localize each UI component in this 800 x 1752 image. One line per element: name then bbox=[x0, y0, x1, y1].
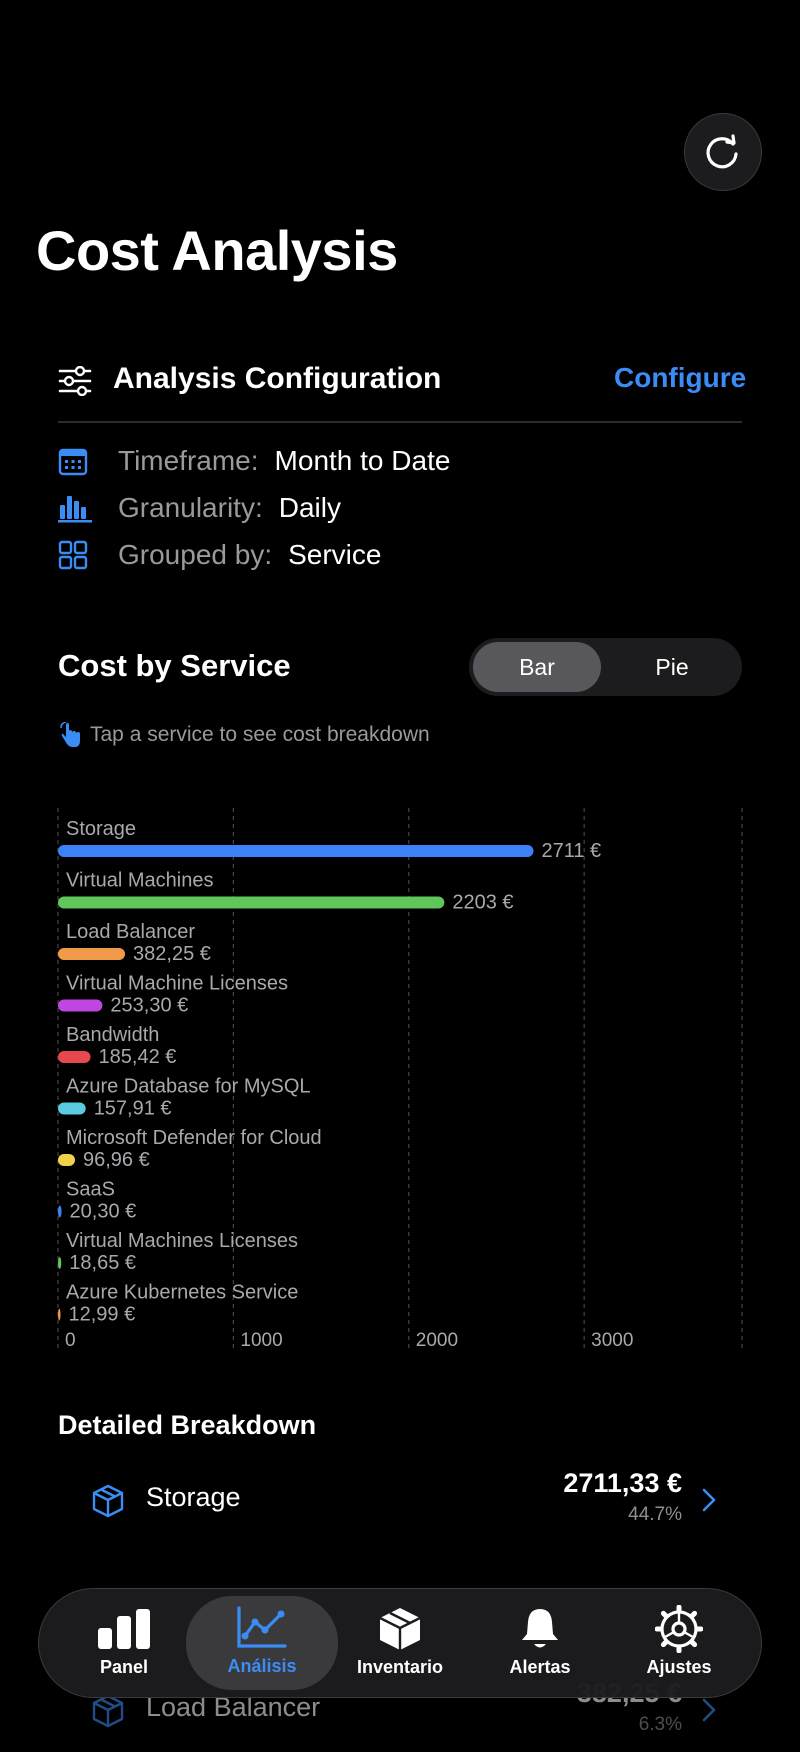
refresh-icon bbox=[706, 134, 738, 169]
tab-label: Ajustes bbox=[646, 1657, 712, 1677]
tab-label: Alertas bbox=[509, 1657, 571, 1677]
bar[interactable] bbox=[58, 1154, 76, 1166]
bar[interactable] bbox=[58, 1051, 91, 1063]
tab-ajustes[interactable]: Ajustes bbox=[609, 1597, 749, 1689]
cube-icon bbox=[92, 1694, 124, 1733]
config-label: Grouped by: bbox=[118, 539, 273, 570]
box-icon bbox=[377, 1603, 423, 1655]
config-label: Granularity: bbox=[118, 492, 263, 523]
toggle-bar-option[interactable]: Bar bbox=[473, 642, 601, 692]
refresh-button[interactable] bbox=[684, 113, 762, 191]
bar-category-label: Virtual Machine Licenses bbox=[66, 973, 288, 995]
bar[interactable] bbox=[58, 1102, 86, 1115]
bar-chart-icon bbox=[58, 488, 102, 528]
tab-panel[interactable]: Panel bbox=[54, 1597, 194, 1689]
sliders-icon bbox=[58, 365, 92, 401]
chevron-right-icon bbox=[702, 1488, 716, 1517]
chart-bars-icon bbox=[96, 1603, 152, 1655]
breakdown-name: Storage bbox=[146, 1482, 241, 1512]
config-value: Daily bbox=[278, 492, 341, 523]
tab-label: Análisis bbox=[227, 1656, 297, 1676]
cube-icon bbox=[92, 1484, 124, 1523]
x-tick-label: 3000 bbox=[591, 1330, 633, 1351]
bar-value-label: 157,91 € bbox=[94, 1098, 172, 1120]
tab-alertas[interactable]: Alertas bbox=[470, 1597, 610, 1689]
tab-bar: Panel Análisis Inventario Alertas Ajuste… bbox=[38, 1588, 762, 1698]
bar-category-label: Bandwidth bbox=[66, 1024, 159, 1046]
config-label: Timeframe: bbox=[118, 445, 259, 476]
bar[interactable] bbox=[58, 999, 103, 1012]
chevron-right-icon bbox=[702, 1698, 716, 1727]
x-tick-label: 2000 bbox=[416, 1330, 458, 1351]
config-row-grouped: Grouped by: Service bbox=[58, 535, 381, 575]
breakdown-row-storage[interactable]: Storage 2711,33 € 44.7% bbox=[58, 1462, 742, 1542]
bar-value-label: 20,30 € bbox=[70, 1201, 137, 1223]
detail-title: Detailed Breakdown bbox=[58, 1410, 317, 1440]
bar[interactable] bbox=[58, 1205, 62, 1218]
bar-category-label: Virtual Machines bbox=[66, 870, 213, 892]
bar-value-label: 2203 € bbox=[452, 892, 513, 914]
bell-icon bbox=[518, 1603, 562, 1655]
cost-bar-chart: Storage 2711 € Virtual Machines 2203 € Load … bbox=[57, 808, 743, 1351]
bar[interactable] bbox=[58, 1308, 61, 1321]
config-row-timeframe: Timeframe: Month to Date bbox=[58, 441, 450, 481]
hint-text: Tap a service to see cost breakdown bbox=[90, 723, 430, 746]
config-value: Service bbox=[288, 539, 382, 570]
toggle-pie-option[interactable]: Pie bbox=[606, 642, 738, 692]
bar-category-label: Storage bbox=[66, 818, 136, 840]
bar[interactable] bbox=[58, 896, 445, 909]
chart-type-toggle: Bar Pie bbox=[469, 638, 742, 696]
breakdown-percent: 6.3% bbox=[638, 1714, 682, 1735]
bar-category-label: Azure Database for MySQL bbox=[66, 1076, 311, 1098]
bar-category-label: Microsoft Defender for Cloud bbox=[66, 1127, 322, 1149]
x-tick-label: 1000 bbox=[240, 1330, 282, 1351]
tab-label: Panel bbox=[99, 1657, 149, 1677]
page-title: Cost Analysis bbox=[36, 219, 398, 282]
breakdown-percent: 44.7% bbox=[628, 1504, 682, 1525]
breakdown-amount: 2711,33 € bbox=[563, 1468, 682, 1498]
configure-button[interactable]: Configure bbox=[614, 362, 746, 394]
bar-value-label: 96,96 € bbox=[83, 1149, 150, 1171]
bar[interactable] bbox=[58, 948, 126, 960]
gear-icon bbox=[655, 1603, 703, 1655]
config-value: Month to Date bbox=[274, 445, 451, 476]
bar-value-label: 12,99 € bbox=[69, 1304, 136, 1326]
bar-category-label: Azure Kubernetes Service bbox=[66, 1282, 298, 1304]
calendar-icon bbox=[58, 441, 102, 481]
bar-value-label: 18,65 € bbox=[69, 1252, 136, 1274]
tab-label: Inventario bbox=[356, 1657, 444, 1677]
bar-value-label: 2711 € bbox=[541, 840, 601, 862]
x-tick-label: 0 bbox=[65, 1330, 76, 1351]
tap-hand-icon bbox=[60, 722, 80, 747]
tab-inventario[interactable]: Inventario bbox=[330, 1597, 470, 1689]
grid-icon bbox=[58, 535, 102, 575]
bar[interactable] bbox=[58, 845, 534, 857]
bar-value-label: 253,30 € bbox=[110, 995, 188, 1017]
bar-category-label: Virtual Machines Licenses bbox=[66, 1230, 298, 1252]
bar-value-label: 382,25 € bbox=[133, 943, 211, 965]
tab-analisis[interactable]: Análisis bbox=[186, 1596, 338, 1690]
section-title: Cost by Service bbox=[58, 648, 291, 683]
tap-hint: Tap a service to see cost breakdown bbox=[58, 722, 430, 748]
bar-category-label: SaaS bbox=[66, 1179, 115, 1201]
bar-category-label: Load Balancer bbox=[66, 921, 195, 943]
config-row-granularity: Granularity: Daily bbox=[58, 488, 341, 528]
config-title: Analysis Configuration bbox=[113, 362, 442, 395]
bar-value-label: 185,42 € bbox=[99, 1046, 177, 1068]
line-chart-icon bbox=[237, 1602, 287, 1654]
divider bbox=[58, 421, 742, 423]
bar[interactable] bbox=[58, 1257, 62, 1269]
